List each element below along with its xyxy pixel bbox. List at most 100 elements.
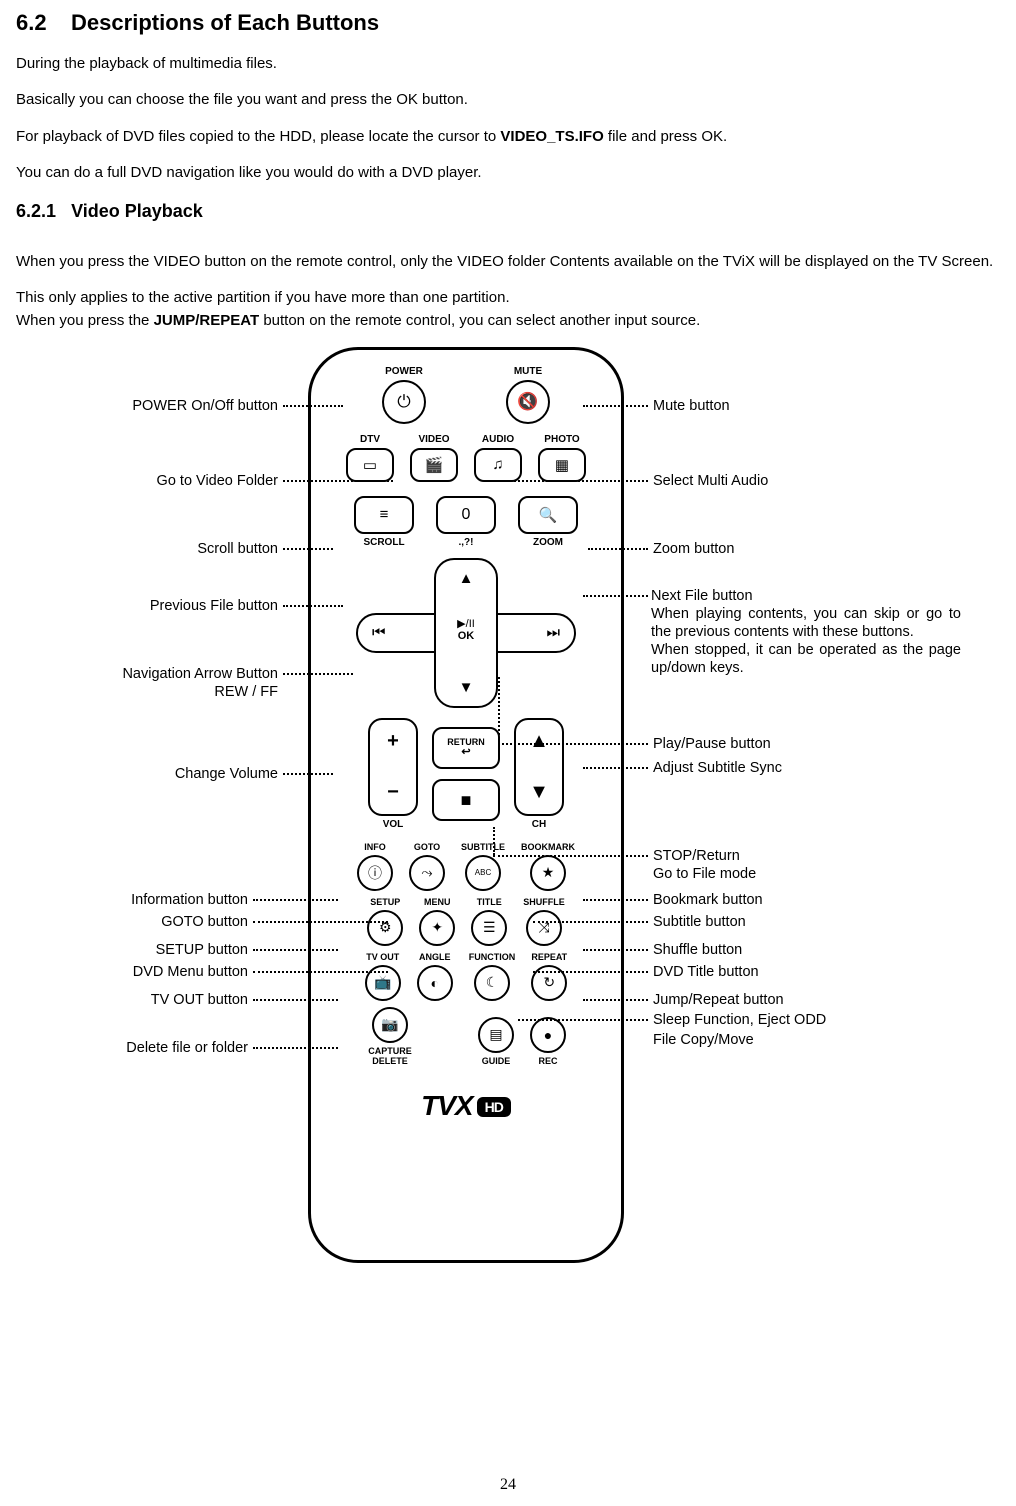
remote-body: POWER ⏻ MUTE 🔇 DTV▭ VIDEO🎬 AUDIO♫ PHOTO▦… (308, 347, 624, 1263)
subsection-heading: 6.2.1 Video Playback (16, 201, 1000, 222)
zoom-button[interactable]: 🔍 (518, 496, 578, 534)
ann-setup: SETUP button (0, 941, 248, 959)
vol-rocker[interactable]: +− (368, 718, 418, 816)
return-button[interactable]: RETURN↩ (432, 727, 500, 769)
ann-next: Next File button When playing contents, … (651, 587, 961, 678)
shuffle-button[interactable]: ⤨ (526, 910, 562, 946)
angle-button[interactable]: ◐ (417, 965, 453, 1001)
leader (583, 899, 648, 901)
guide-button[interactable]: ▤ (478, 1017, 514, 1053)
rec-button[interactable]: ● (530, 1017, 566, 1053)
ann-copy: File Copy/Move (653, 1031, 903, 1049)
ann-mute: Mute button (653, 397, 863, 415)
leader (253, 971, 388, 973)
text: button on the remote control, you can se… (259, 312, 700, 329)
mute-label: MUTE (514, 366, 542, 377)
info-label: INFO (364, 842, 386, 852)
capdel-label: CAPTURE DELETE (368, 1046, 412, 1066)
leader (583, 595, 648, 597)
ann-scroll: Scroll button (28, 540, 278, 558)
logo-text: TVX (421, 1090, 472, 1121)
ann-info: Information button (0, 891, 248, 909)
scroll-button[interactable]: ≡ (354, 496, 414, 534)
play-ok-center[interactable]: ▶/II (457, 618, 475, 630)
ann-jump: Jump/Repeat button (653, 991, 903, 1009)
setup-button[interactable]: ⚙ (367, 910, 403, 946)
ann-shuffle: Shuffle button (653, 941, 903, 959)
leader (583, 999, 648, 1001)
goto-label: GOTO (414, 842, 440, 852)
subsection-title: Video Playback (71, 201, 203, 221)
next-button[interactable]: ⏭ (546, 624, 560, 641)
leader (283, 673, 353, 675)
function-button[interactable]: ☾ (474, 965, 510, 1001)
leader (493, 855, 648, 857)
leader (283, 405, 343, 407)
ann-tvout: TV OUT button (0, 991, 248, 1009)
vol-label: VOL (383, 819, 404, 830)
power-button[interactable]: ⏻ (382, 380, 426, 424)
title-button[interactable]: ☰ (471, 910, 507, 946)
ann-play: Play/Pause button (653, 735, 903, 753)
ann-multi: Select Multi Audio (653, 472, 863, 490)
subtitle-button[interactable]: ABC (465, 855, 501, 891)
page-number: 24 (0, 1476, 1016, 1494)
subsection-num: 6.2.1 (16, 201, 56, 221)
leader (283, 548, 333, 550)
ann-prev: Previous File button (28, 597, 278, 615)
goto-button[interactable]: ⤳ (409, 855, 445, 891)
bold-text: JUMP/REPEAT (154, 312, 260, 329)
ch-rocker[interactable]: ▲▼ (514, 718, 564, 816)
leader (253, 899, 338, 901)
leader (283, 605, 343, 607)
zero-button[interactable]: 0 (436, 496, 496, 534)
ann-power: POWER On/Off button (28, 397, 278, 415)
leader (253, 1047, 338, 1049)
audio-button[interactable]: ♫ (474, 448, 522, 482)
text: When you press the (16, 312, 154, 329)
video-button[interactable]: 🎬 (410, 448, 458, 482)
subtitle-label: SUBTITLE (461, 842, 505, 852)
angle-label: ANGLE (419, 952, 451, 962)
text: Navigation Arrow Button (122, 666, 278, 682)
leader (498, 480, 648, 482)
leader (518, 1019, 648, 1021)
ann-bookmark: Bookmark button (653, 891, 903, 909)
page: 6.2 Descriptions of Each Buttons During … (0, 0, 1016, 1506)
ann-dvdmenu: DVD Menu button (0, 963, 248, 981)
up-button[interactable]: ▲ (459, 570, 474, 587)
stop-button[interactable]: ■ (432, 779, 500, 821)
section-heading: 6.2 Descriptions of Each Buttons (16, 10, 1000, 36)
photo-button[interactable]: ▦ (538, 448, 586, 482)
ann-sleep: Sleep Function, Eject ODD (653, 1011, 933, 1029)
photo-label: PHOTO (544, 434, 579, 445)
bookmark-label: BOOKMARK (521, 842, 575, 852)
ann-goto: GOTO button (0, 913, 248, 931)
leader (583, 767, 648, 769)
prev-button[interactable]: ⏮ (372, 624, 386, 641)
section-title: Descriptions of Each Buttons (71, 10, 379, 35)
paragraph: For playback of DVD files copied to the … (16, 127, 1000, 147)
ann-delete: Delete file or folder (0, 1039, 248, 1057)
info-button[interactable]: ⓘ (357, 855, 393, 891)
menu-label: MENU (424, 897, 451, 907)
section-num: 6.2 (16, 10, 47, 35)
down-button[interactable]: ▼ (459, 679, 474, 696)
ann-subtitle: Subtitle button (653, 913, 903, 931)
text: file and press OK. (604, 128, 727, 145)
ann-stop: STOP/Return Go to File mode (653, 847, 903, 883)
mute-cell: MUTE 🔇 (506, 366, 550, 424)
capture-delete-button[interactable]: 📷 (372, 1007, 408, 1043)
dtv-label: DTV (360, 434, 380, 445)
dtv-button[interactable]: ▭ (346, 448, 394, 482)
bold-text: VIDEO_TS.IFO (500, 128, 603, 145)
mute-button[interactable]: 🔇 (506, 380, 550, 424)
ann-zoom: Zoom button (653, 540, 863, 558)
tvout-label: TV OUT (366, 952, 399, 962)
setup-label: SETUP (370, 897, 400, 907)
ch-label: CH (532, 819, 546, 830)
rec-label: REC (538, 1056, 557, 1066)
bookmark-button[interactable]: ★ (530, 855, 566, 891)
power-label: POWER (385, 366, 423, 377)
menu-button[interactable]: ✦ (419, 910, 455, 946)
